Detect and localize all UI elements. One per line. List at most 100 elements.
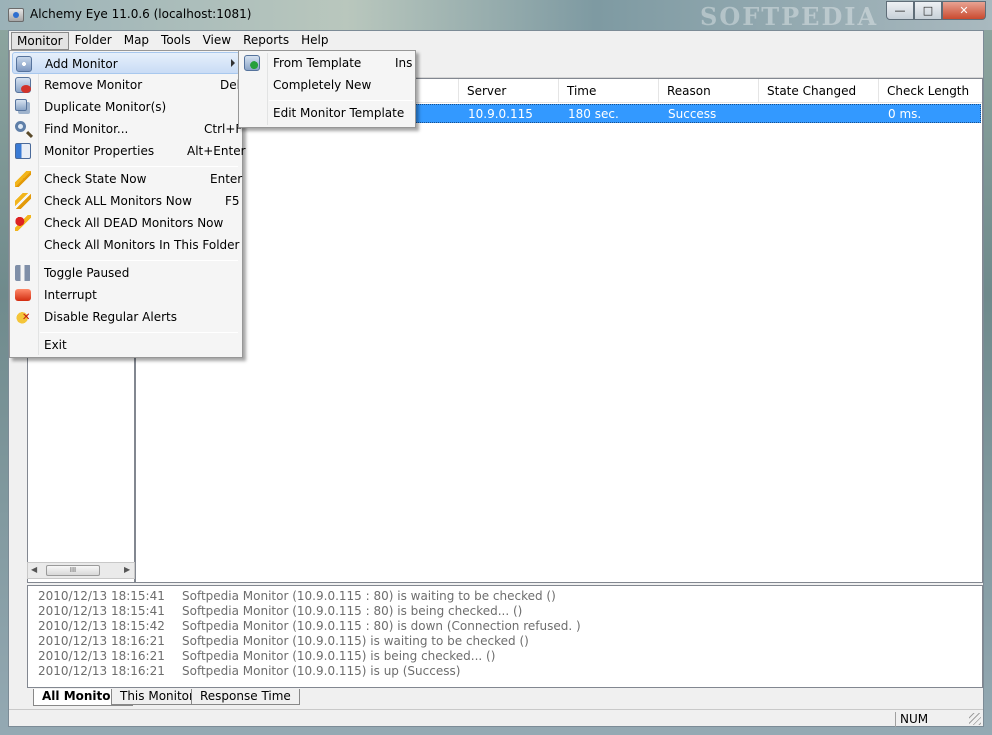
resize-grip-icon[interactable] (969, 713, 981, 725)
menu-reports[interactable]: Reports (237, 31, 295, 50)
monitor-menu: Add Monitor Remove Monitor Del Duplicate… (9, 50, 246, 358)
disable-alerts-icon (15, 309, 31, 325)
submenu-arrow-icon (231, 59, 235, 67)
minimize-button[interactable]: — (886, 1, 914, 20)
menu-separator (40, 260, 238, 261)
column-separator (758, 79, 759, 102)
log-tabs: All Monitors This Monitor Response Time (27, 689, 983, 706)
menu-item-label: Duplicate Monitor(s) (44, 100, 167, 114)
status-bar: NUM (9, 709, 983, 727)
menu-item-shortcut: F5 (225, 194, 240, 208)
cell-server: 10.9.0.115 (468, 107, 533, 121)
menu-item-add-monitor[interactable]: Add Monitor (12, 52, 240, 74)
menu-item-label: Edit Monitor Template (273, 106, 405, 120)
remove-monitor-icon (15, 77, 31, 93)
menu-item-shortcut: Alt+Enter (187, 144, 246, 158)
menu-item-interrupt[interactable]: Interrupt (12, 284, 240, 306)
menu-item-toggle-paused[interactable]: Toggle Paused (12, 262, 240, 284)
menu-item-monitor-properties[interactable]: Monitor Properties Alt+Enter (12, 140, 246, 162)
log-entry: 2010/12/13 18:15:41 Softpedia Monitor (10… (38, 604, 523, 618)
add-monitor-icon (16, 56, 32, 72)
window-controls: — □ ✕ (886, 1, 986, 20)
close-button[interactable]: ✕ (942, 1, 986, 20)
menu-view[interactable]: View (197, 31, 237, 50)
menu-item-check-dead-monitors[interactable]: Check All DEAD Monitors Now (12, 212, 240, 234)
log-entry: 2010/12/13 18:15:42 Softpedia Monitor (10… (38, 619, 581, 633)
cell-check-length: 0 ms. (888, 107, 922, 121)
menu-bar: Monitor Folder Map Tools View Reports He… (9, 31, 983, 51)
menu-item-label: Monitor Properties (44, 144, 155, 158)
menu-item-find-monitor[interactable]: Find Monitor... Ctrl+F (12, 118, 243, 140)
menu-item-label: Toggle Paused (44, 266, 130, 280)
watermark: SOFTPEDIA (700, 2, 879, 31)
scroll-left-arrow-icon[interactable]: ◀ (31, 565, 37, 574)
pause-icon (15, 265, 31, 281)
scroll-thumb[interactable]: III (46, 565, 100, 576)
column-server[interactable]: Server (467, 84, 506, 98)
event-log: 2010/12/13 18:15:41 Softpedia Monitor (10… (27, 585, 983, 688)
menu-separator (40, 166, 238, 167)
log-entry: 2010/12/13 18:16:21 Softpedia Monitor (10… (38, 664, 461, 678)
properties-icon (15, 143, 31, 159)
log-entry: 2010/12/13 18:16:21 Softpedia Monitor (10… (38, 634, 529, 648)
find-monitor-icon (15, 121, 26, 132)
menu-item-label: Disable Regular Alerts (44, 310, 177, 324)
menu-tools[interactable]: Tools (155, 31, 197, 50)
menu-item-label: Find Monitor... (44, 122, 129, 136)
menu-help[interactable]: Help (295, 31, 334, 50)
menu-item-shortcut: Del (220, 78, 240, 92)
menu-item-label: Check State Now (44, 172, 147, 186)
tab-this-monitor[interactable]: This Monitor (111, 689, 203, 705)
menu-item-shortcut: Ins (395, 56, 413, 70)
menu-separator (269, 100, 413, 101)
cell-time: 180 sec. (568, 107, 619, 121)
menu-item-duplicate-monitor[interactable]: Duplicate Monitor(s) (12, 96, 240, 118)
scroll-right-arrow-icon[interactable]: ▶ (124, 565, 130, 574)
cell-reason: Success (668, 107, 717, 121)
menu-item-check-all-monitors[interactable]: Check ALL Monitors Now F5 (12, 190, 240, 212)
app-icon[interactable] (8, 8, 24, 22)
log-entry: 2010/12/13 18:16:21 Softpedia Monitor (10… (38, 649, 496, 663)
tab-response-time[interactable]: Response Time (191, 689, 300, 705)
menu-item-label: Completely New (273, 78, 372, 92)
column-separator (558, 79, 559, 102)
duplicate-monitor-icon (15, 99, 27, 111)
menu-item-label: Remove Monitor (44, 78, 143, 92)
menu-item-completely-new[interactable]: Completely New (241, 74, 413, 96)
menu-item-check-folder-monitors[interactable]: Check All Monitors In This Folder (12, 234, 240, 256)
template-add-icon (244, 55, 260, 71)
menu-item-disable-alerts[interactable]: Disable Regular Alerts (12, 306, 240, 328)
menu-item-label: Check All DEAD Monitors Now (44, 216, 224, 230)
monitor-list: Server Time Reason State Changed Check L… (135, 78, 983, 583)
menu-item-label: Interrupt (44, 288, 97, 302)
column-reason[interactable]: Reason (667, 84, 711, 98)
title-bar: Alchemy Eye 11.0.6 (localhost:1081) SOFT… (0, 0, 992, 31)
tree-horizontal-scrollbar[interactable]: ◀ III ▶ (27, 562, 135, 579)
menu-item-from-template[interactable]: From Template Ins (241, 52, 413, 74)
menu-item-label: Add Monitor (45, 57, 118, 71)
menu-item-edit-template[interactable]: Edit Monitor Template (241, 102, 413, 124)
menu-item-label: Check All Monitors In This Folder (44, 238, 240, 252)
menu-folder[interactable]: Folder (69, 31, 118, 50)
menu-monitor[interactable]: Monitor (11, 32, 69, 50)
num-lock-indicator: NUM (895, 712, 965, 727)
menu-item-check-state-now[interactable]: Check State Now Enter (12, 168, 243, 190)
double-lightning-icon (15, 193, 31, 209)
column-check-length[interactable]: Check Length (887, 84, 969, 98)
maximize-button[interactable]: □ (914, 1, 942, 20)
menu-item-label: From Template (273, 56, 362, 70)
menu-item-remove-monitor[interactable]: Remove Monitor Del (12, 74, 240, 96)
column-separator (458, 79, 459, 102)
menu-item-exit[interactable]: Exit (12, 334, 240, 356)
column-separator (878, 79, 879, 102)
dead-lightning-icon (15, 215, 31, 231)
interrupt-icon (15, 289, 31, 301)
column-state-changed[interactable]: State Changed (767, 84, 856, 98)
add-monitor-submenu: From Template Ins Completely New Edit Mo… (238, 50, 416, 128)
menu-item-label: Exit (44, 338, 67, 352)
column-time[interactable]: Time (567, 84, 596, 98)
lightning-icon (15, 171, 31, 187)
menu-item-shortcut: Enter (210, 172, 243, 186)
menu-item-shortcut: Ctrl+F (204, 122, 243, 136)
menu-map[interactable]: Map (118, 31, 155, 50)
